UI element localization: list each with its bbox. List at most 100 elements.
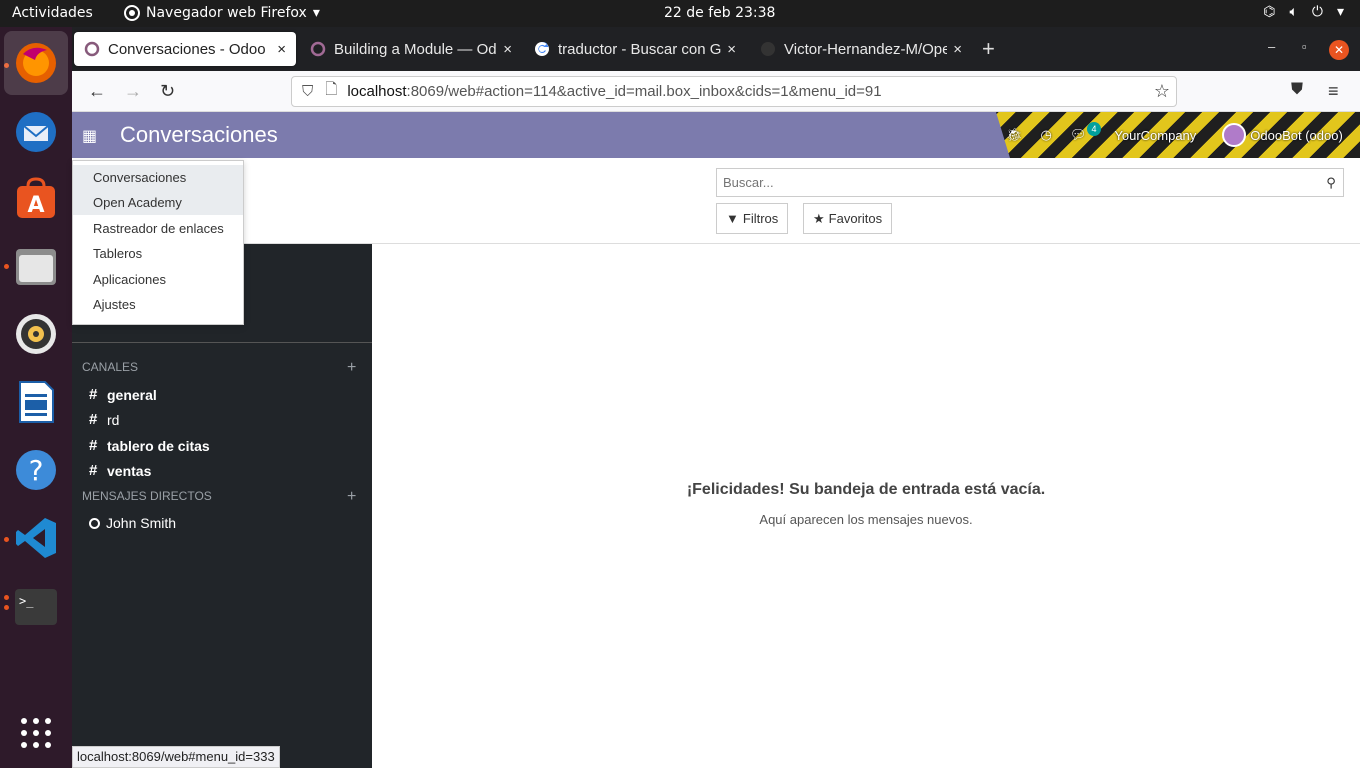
menu-item-tableros[interactable]: Tableros	[73, 241, 243, 266]
menu-item-ajustes[interactable]: Ajustes	[73, 292, 243, 317]
channel-name: general	[107, 386, 157, 403]
volume-icon: 🔈︎	[1289, 4, 1298, 20]
files-icon[interactable]	[11, 241, 61, 291]
power-icon: ⏻	[1311, 4, 1323, 20]
search-icon[interactable]: ⚲	[1319, 175, 1343, 191]
browser-tab-bar: Conversaciones - Odoo × Building a Modul…	[72, 27, 1360, 71]
show-apps-icon[interactable]	[11, 708, 61, 758]
app-menu-label: Navegador web Firefox	[146, 5, 307, 21]
google-favicon-icon	[535, 41, 549, 56]
chat-bubble-icon[interactable]: 💬︎	[1070, 127, 1087, 143]
channel-name: tablero de citas	[107, 437, 210, 454]
clock[interactable]: 22 de feb 23:38	[664, 5, 775, 21]
network-icon: ⌬	[1263, 4, 1276, 20]
chat-count-badge: 4	[1087, 122, 1101, 136]
channel-item-rd[interactable]: # rd	[89, 411, 119, 428]
thunderbird-icon[interactable]	[11, 107, 61, 157]
minimize-icon[interactable]: –	[1268, 39, 1275, 54]
reload-icon[interactable]: ↻	[160, 81, 175, 102]
channel-item-tablero-de-citas[interactable]: # tablero de citas	[89, 437, 210, 454]
search-input[interactable]	[723, 175, 1319, 190]
activity-clock-icon[interactable]: ◷	[1041, 127, 1052, 143]
app-menu[interactable]: Navegador web Firefox ▾	[124, 5, 320, 21]
empty-inbox-title: ¡Felicidades! Su bandeja de entrada está…	[686, 481, 1046, 498]
apps-grid-icon[interactable]: ▦	[82, 126, 97, 146]
add-direct-message-button[interactable]: +	[347, 488, 356, 506]
channel-item-general[interactable]: # general	[89, 386, 157, 403]
tab-building-module[interactable]: Building a Module — Odoo ×	[300, 32, 522, 66]
channels-header[interactable]: CANALES	[82, 360, 138, 374]
empty-inbox-subtitle: Aquí aparecen los mensajes nuevos.	[759, 512, 973, 527]
tab-traductor[interactable]: traductor - Buscar con Google ×	[524, 32, 746, 66]
pocket-icon[interactable]: ⛊	[1291, 81, 1303, 99]
running-indicator	[4, 605, 9, 610]
new-tab-button[interactable]: +	[982, 36, 995, 62]
hash-icon: #	[89, 462, 98, 479]
inbox-content: ¡Felicidades! Su bandeja de entrada está…	[372, 244, 1360, 768]
tab-github-repo[interactable]: Victor-Hernandez-M/Open ×	[750, 32, 972, 66]
direct-messages-header[interactable]: MENSAJES DIRECTOS	[82, 489, 212, 503]
add-channel-button[interactable]: +	[347, 359, 356, 377]
filter-icon: ▼	[726, 211, 739, 226]
close-icon[interactable]: ×	[727, 41, 736, 58]
close-icon[interactable]: ×	[277, 41, 286, 58]
system-tray[interactable]: ⌬ 🔈︎ ⏻ ▾	[1263, 4, 1344, 20]
favorites-button[interactable]: ★ Favoritos	[803, 203, 893, 234]
menu-item-open-academy[interactable]: Open Academy	[73, 190, 243, 215]
vscode-icon[interactable]	[11, 513, 61, 563]
url-rest: :8069/web#action=114&active_id=mail.box_…	[406, 83, 882, 100]
star-icon: ★	[813, 210, 825, 226]
odoo-main-navbar: ▦ Conversaciones 🐞︎ ◷ 💬︎ YourCompany Odo…	[72, 112, 1360, 158]
avatar[interactable]	[1222, 123, 1247, 147]
menu-item-rastreador-de-enlaces[interactable]: Rastreador de enlaces	[73, 216, 243, 241]
activities-button[interactable]: Actividades	[12, 5, 93, 21]
search-bar[interactable]: ⚲	[716, 168, 1344, 197]
firefox-small-icon	[124, 5, 140, 21]
forward-arrow-icon[interactable]: →	[124, 81, 142, 102]
direct-item-john-smith[interactable]: John Smith	[89, 515, 176, 531]
filters-button[interactable]: ▼ Filtros	[716, 203, 789, 234]
tab-conversaciones[interactable]: Conversaciones - Odoo ×	[74, 32, 296, 66]
close-icon[interactable]: ×	[503, 41, 512, 58]
libreoffice-writer-icon[interactable]	[11, 377, 61, 427]
company-switcher[interactable]: YourCompany	[1114, 128, 1196, 143]
menu-item-aplicaciones[interactable]: Aplicaciones	[73, 267, 243, 292]
url-bar[interactable]: ⛉ 🗋︎ localhost:8069/web#action=114&activ…	[291, 76, 1177, 107]
channel-name: rd	[107, 411, 120, 428]
maximize-icon[interactable]: ▫	[1302, 39, 1307, 54]
app-title[interactable]: Conversaciones	[120, 122, 278, 148]
firefox-icon[interactable]	[4, 31, 68, 95]
tab-label: Victor-Hernandez-M/Open	[784, 40, 948, 58]
terminal-icon[interactable]: >_	[11, 581, 61, 631]
rhythmbox-icon[interactable]	[11, 309, 61, 359]
back-arrow-icon[interactable]: ←	[88, 81, 106, 102]
menu-item-conversaciones[interactable]: Conversaciones	[73, 165, 243, 190]
hash-icon: #	[89, 437, 98, 454]
chevron-down-icon: ▾	[312, 5, 320, 21]
software-center-icon[interactable]: A	[11, 174, 61, 224]
shield-icon[interactable]: ⛉	[302, 83, 313, 100]
channel-item-ventas[interactable]: # ventas	[89, 462, 151, 479]
odoo-favicon-icon	[84, 41, 100, 57]
filters-label: Filtros	[742, 211, 779, 226]
url-host: localhost	[347, 83, 407, 100]
tab-label: traductor - Buscar con Google	[558, 40, 722, 58]
bookmark-star-icon[interactable]: ☆	[1154, 81, 1170, 102]
close-icon[interactable]: ×	[953, 41, 962, 58]
svg-text:A: A	[27, 193, 44, 218]
help-icon[interactable]: ?	[11, 445, 61, 495]
window-close-button[interactable]: ✕	[1329, 40, 1349, 60]
running-indicator	[4, 264, 9, 269]
apps-dropdown-menu: Conversaciones Open Academy Rastreador d…	[72, 160, 244, 325]
user-menu[interactable]: OdooBot (odoo)	[1250, 128, 1343, 143]
favorites-label: Favoritos	[828, 211, 883, 226]
odoo-systray: 🐞︎ ◷ 💬︎ YourCompany OdooBot (odoo)	[996, 112, 1360, 158]
svg-text:>_: >_	[19, 594, 34, 608]
bug-icon[interactable]: 🐞︎	[1006, 127, 1023, 143]
hash-icon: #	[89, 386, 98, 403]
github-favicon-icon	[761, 42, 775, 56]
running-indicator	[4, 537, 9, 542]
hamburger-menu-icon[interactable]: ≡	[1328, 81, 1339, 102]
odoo-favicon-icon	[310, 41, 326, 57]
gnome-top-bar: Actividades Navegador web Firefox ▾ 22 d…	[0, 0, 1360, 27]
